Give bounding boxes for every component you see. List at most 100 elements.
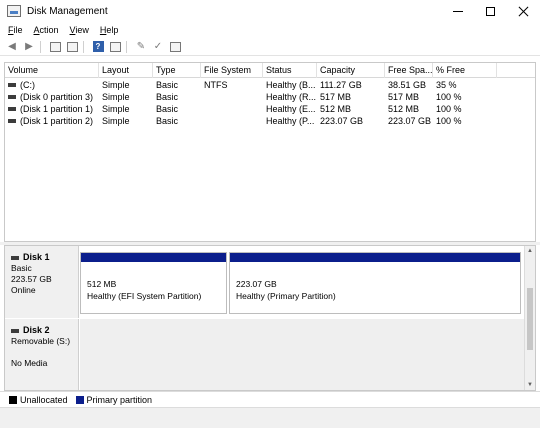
file-system-cell bbox=[201, 91, 263, 103]
menu-help-label: elp bbox=[106, 25, 119, 35]
status-cell: Healthy (P... bbox=[266, 116, 315, 126]
type-cell: Basic bbox=[156, 116, 179, 126]
layout-cell: Simple bbox=[102, 92, 130, 102]
partition-efi-info: 512 MB Healthy (EFI System Partition) bbox=[81, 262, 226, 302]
toolbar-separator bbox=[83, 40, 84, 53]
maximize-button[interactable] bbox=[474, 0, 507, 22]
menu-action[interactable]: Action bbox=[34, 25, 59, 35]
capacity-cell: 517 MB bbox=[320, 92, 352, 102]
menu-file-label: ile bbox=[13, 25, 23, 35]
column-header-status[interactable]: Status bbox=[263, 63, 317, 78]
console-tree-button[interactable] bbox=[48, 40, 62, 54]
properties-button[interactable] bbox=[65, 40, 79, 54]
volume-name: (Disk 1 partition 1) bbox=[20, 104, 94, 114]
disk-2-type: Removable (S:) bbox=[11, 336, 71, 346]
menu-file[interactable]: File bbox=[8, 25, 23, 35]
column-header-free-space[interactable]: Free Spa... bbox=[385, 63, 433, 78]
console-tree-icon bbox=[49, 41, 61, 52]
menu-view-label: iew bbox=[75, 25, 89, 35]
legend-primary-partition: Primary partition bbox=[86, 394, 153, 405]
column-header-file-system[interactable]: File System bbox=[201, 63, 263, 78]
toolbar-separator bbox=[40, 40, 41, 53]
disk-icon bbox=[11, 255, 19, 260]
volume-cell: (Disk 1 partition 2) bbox=[5, 115, 99, 127]
volume-cell: (C:) bbox=[5, 79, 99, 91]
disk-2-label[interactable]: Disk 2 Removable (S:) No Media bbox=[5, 319, 79, 390]
rescan-button[interactable]: ✎ bbox=[134, 40, 148, 54]
partition-primary-status: Healthy (Primary Partition) bbox=[236, 291, 336, 301]
partition-efi[interactable]: 512 MB Healthy (EFI System Partition) bbox=[80, 252, 227, 314]
minimize-button[interactable] bbox=[441, 0, 474, 22]
capacity-cell: 223.07 GB bbox=[320, 116, 364, 126]
volume-list[interactable]: Volume Layout Type File System Status Ca… bbox=[4, 62, 536, 242]
scroll-down-icon[interactable]: ▼ bbox=[525, 380, 535, 390]
partition-primary-info: 223.07 GB Healthy (Primary Partition) bbox=[230, 262, 520, 302]
partition-efi-status: Healthy (EFI System Partition) bbox=[87, 291, 202, 301]
disk-1-name: Disk 1 bbox=[23, 252, 50, 262]
back-arrow-icon: ◀ bbox=[8, 41, 16, 52]
percent-free-cell: 35 % bbox=[436, 80, 457, 90]
menu-view[interactable]: View bbox=[70, 25, 89, 35]
status-cell: Healthy (B... bbox=[266, 80, 316, 90]
help-icon: ? bbox=[92, 41, 104, 52]
table-row[interactable]: (C:) Simple Basic NTFS Healthy (B... 111… bbox=[5, 79, 535, 91]
layout-cell: Simple bbox=[102, 116, 130, 126]
scroll-up-icon[interactable]: ▲ bbox=[525, 246, 535, 256]
percent-free-cell: 100 % bbox=[436, 92, 462, 102]
check-button[interactable]: ✓ bbox=[151, 40, 165, 54]
disk-1-label[interactable]: Disk 1 Basic 223.57 GB Online bbox=[5, 246, 79, 318]
scrollbar-thumb[interactable] bbox=[527, 288, 533, 350]
disk-2-name: Disk 2 bbox=[23, 325, 50, 335]
back-button[interactable]: ◀ bbox=[5, 40, 19, 54]
column-header-volume[interactable]: Volume bbox=[5, 63, 99, 78]
table-row[interactable]: (Disk 1 partition 1) Simple Basic Health… bbox=[5, 103, 535, 115]
vertical-scrollbar[interactable]: ▲ ▼ bbox=[524, 246, 535, 390]
layout-cell: Simple bbox=[102, 104, 130, 114]
toolbar: ◀ ▶ ? ✎ ✓ bbox=[0, 38, 540, 56]
disk-1-title: Disk 1 bbox=[11, 252, 78, 263]
check-icon: ✓ bbox=[153, 41, 163, 52]
percent-free-cell: 100 % bbox=[436, 116, 462, 126]
percent-free-cell: 100 % bbox=[436, 104, 462, 114]
rescan-icon: ✎ bbox=[136, 41, 146, 52]
free-space-cell: 223.07 GB bbox=[388, 116, 432, 126]
settings-button[interactable] bbox=[168, 40, 182, 54]
status-cell: Healthy (R... bbox=[266, 92, 317, 102]
volume-cell: (Disk 1 partition 1) bbox=[5, 103, 99, 115]
close-icon bbox=[518, 6, 529, 17]
disk-2-state: No Media bbox=[11, 358, 48, 368]
toolbar-separator bbox=[126, 40, 127, 53]
disk-list-icon bbox=[109, 41, 121, 52]
disk-icon bbox=[11, 328, 19, 333]
window-title: Disk Management bbox=[27, 5, 108, 17]
close-button[interactable] bbox=[507, 0, 540, 22]
volume-icon bbox=[8, 119, 16, 124]
volume-icon bbox=[8, 83, 16, 88]
column-header-capacity[interactable]: Capacity bbox=[317, 63, 385, 78]
table-row[interactable]: (Disk 1 partition 2) Simple Basic Health… bbox=[5, 115, 535, 127]
settings-icon bbox=[169, 41, 181, 52]
forward-button[interactable]: ▶ bbox=[22, 40, 36, 54]
type-cell: Basic bbox=[156, 104, 179, 114]
properties-icon bbox=[66, 41, 78, 52]
free-space-cell: 517 MB bbox=[388, 92, 420, 102]
menu-help[interactable]: Help bbox=[100, 25, 119, 35]
volume-name: (C:) bbox=[20, 80, 35, 90]
file-system-cell: NTFS bbox=[204, 80, 228, 90]
disk-list-button[interactable] bbox=[108, 40, 122, 54]
disk-graphical-view: Disk 1 Basic 223.57 GB Online 512 MB Hea… bbox=[4, 245, 536, 391]
column-header-percent-free[interactable]: % Free bbox=[433, 63, 497, 78]
capacity-cell: 111.27 GB bbox=[320, 80, 362, 90]
type-cell: Basic bbox=[156, 80, 179, 90]
volume-name: (Disk 1 partition 2) bbox=[20, 116, 94, 126]
partition-primary[interactable]: 223.07 GB Healthy (Primary Partition) bbox=[229, 252, 521, 314]
help-button[interactable]: ? bbox=[91, 40, 105, 54]
column-header-layout[interactable]: Layout bbox=[99, 63, 153, 78]
column-header-type[interactable]: Type bbox=[153, 63, 201, 78]
primary-partition-bar bbox=[81, 253, 226, 262]
menu-bar: File Action View Help bbox=[0, 22, 540, 38]
unallocated-swatch bbox=[9, 395, 17, 404]
disk-1-state: Online bbox=[11, 285, 36, 295]
table-row[interactable]: (Disk 0 partition 3) Simple Basic Health… bbox=[5, 91, 535, 103]
minimize-icon bbox=[452, 10, 463, 12]
